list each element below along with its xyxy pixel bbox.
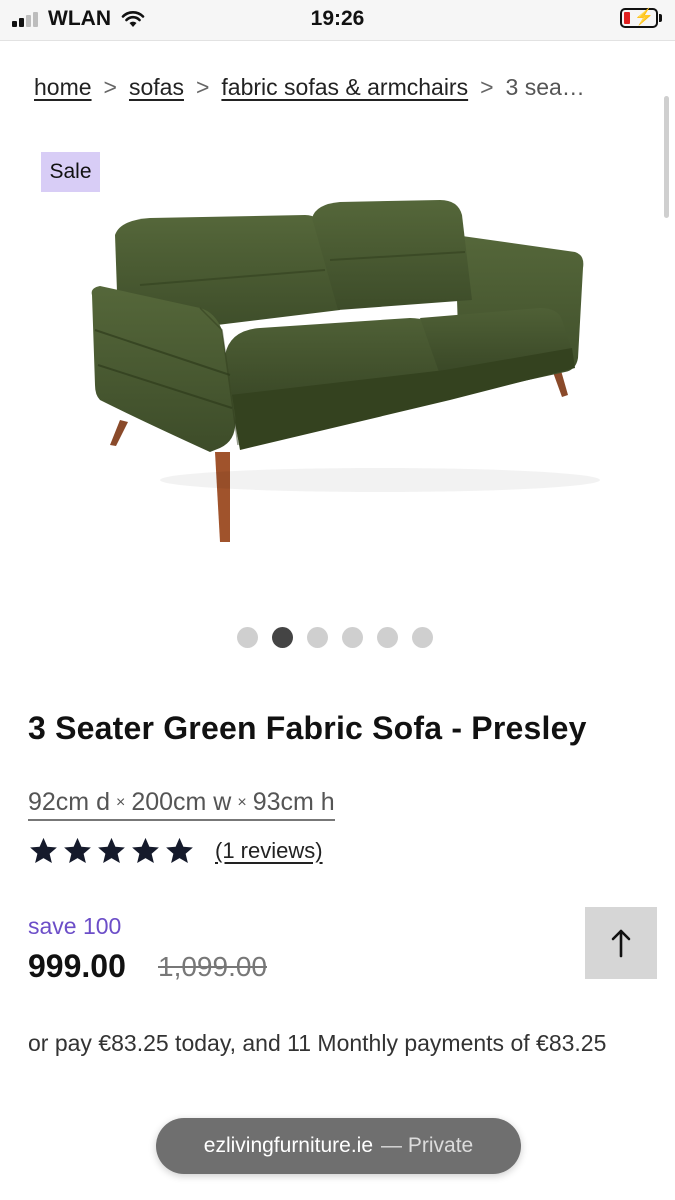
- star-icon: [30, 837, 57, 863]
- star-icon: [64, 837, 91, 863]
- pagination-dot[interactable]: [412, 627, 433, 648]
- clock: 19:26: [310, 7, 365, 30]
- times-sign: ×: [237, 794, 247, 811]
- star-icon: [166, 837, 193, 863]
- product-dimensions[interactable]: 92cm d × 200cm w × 93cm h: [28, 788, 335, 821]
- breadcrumb-home[interactable]: home: [34, 74, 92, 100]
- star-icon: [132, 837, 159, 863]
- pagination-dot[interactable]: [237, 627, 258, 648]
- breadcrumb-separator: >: [103, 74, 117, 100]
- page-scrollbar[interactable]: [664, 96, 669, 218]
- gallery-pagination: [237, 627, 433, 648]
- breadcrumb-current: 3 sea…: [505, 74, 585, 100]
- status-bar: WLAN 19:26 ⚡: [0, 0, 675, 41]
- breadcrumb-separator: >: [480, 74, 494, 100]
- dimension-width: 200cm w: [131, 788, 232, 816]
- pagination-dot[interactable]: [342, 627, 363, 648]
- product-title: 3 Seater Green Fabric Sofa - Presley: [28, 710, 587, 746]
- current-price: 999.00: [28, 948, 126, 984]
- rating-stars: [28, 836, 195, 866]
- battery-icon: ⚡: [620, 8, 658, 28]
- finance-info: or pay €83.25 today, and 11 Monthly paym…: [28, 1030, 607, 1056]
- dimension-depth: 92cm d: [28, 788, 110, 816]
- breadcrumb-fabric-sofas[interactable]: fabric sofas & armchairs: [221, 74, 468, 100]
- sale-badge: Sale: [41, 152, 100, 192]
- arrow-up-icon: [611, 929, 631, 958]
- was-price: 1,099.00: [158, 951, 267, 982]
- browser-address-bar[interactable]: ezlivingfurniture.ie — Private: [156, 1118, 521, 1174]
- save-amount: save 100: [28, 913, 122, 939]
- star-icon: [98, 837, 125, 863]
- pagination-dot[interactable]: [377, 627, 398, 648]
- charging-bolt-icon: ⚡: [634, 9, 654, 26]
- site-domain: ezlivingfurniture.ie: [203, 1134, 374, 1157]
- private-mode-label: — Private: [381, 1134, 474, 1157]
- breadcrumb-separator: >: [195, 74, 210, 100]
- reviews-link[interactable]: (1 reviews): [215, 838, 323, 864]
- product-image[interactable]: [80, 190, 600, 550]
- times-sign: ×: [115, 794, 126, 811]
- pagination-dot-active[interactable]: [272, 627, 293, 648]
- breadcrumb: home > sofas > fabric sofas & armchairs >3 se…: [34, 74, 654, 101]
- dimension-height: 93cm h: [252, 788, 335, 816]
- pagination-dot[interactable]: [307, 627, 328, 648]
- back-to-top-button[interactable]: [585, 907, 657, 979]
- reviews-link-label: (1 reviews): [215, 838, 323, 863]
- breadcrumb-sofas[interactable]: sofas: [129, 74, 184, 100]
